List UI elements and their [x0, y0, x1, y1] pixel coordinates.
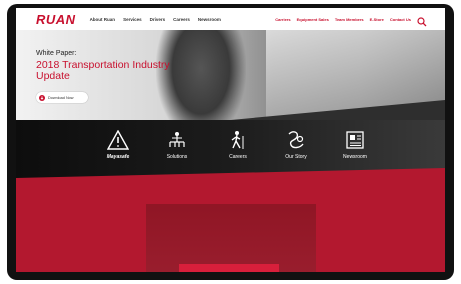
hero-eyebrow: White Paper: [36, 50, 77, 57]
network-icon [169, 132, 185, 147]
top-navigation: RUAN About Ruan Services Drivers Careers… [16, 8, 445, 30]
nav-services[interactable]: Services [123, 17, 142, 22]
icon-label-mayasafe: Mayasafe [106, 154, 130, 160]
search-icon[interactable] [417, 14, 427, 27]
person-walking-icon [231, 131, 244, 149]
browser-viewport: RUAN About Ruan Services Drivers Careers… [16, 8, 445, 272]
download-label: Download Now [48, 95, 74, 100]
util-contact-us[interactable]: Contact Us [390, 17, 411, 22]
red-section-caption-box [179, 264, 279, 272]
icon-item-newsroom[interactable]: Newsroom [330, 130, 380, 160]
icon-label-newsroom: Newsroom [343, 154, 367, 160]
util-e-store[interactable]: E-Store [370, 17, 384, 22]
red-section-truck-image [146, 204, 316, 272]
util-team-members[interactable]: Team Members [335, 17, 364, 22]
icon-item-solutions[interactable]: Solutions [152, 130, 202, 160]
nav-newsroom[interactable]: Newsroom [198, 17, 221, 22]
nav-drivers[interactable]: Drivers [150, 17, 166, 22]
icon-item-careers[interactable]: Careers [213, 130, 263, 160]
icon-label-solutions: Solutions [166, 154, 188, 160]
main-nav: About Ruan Services Drivers Careers News… [90, 17, 221, 22]
util-equipment-sales[interactable]: Equipment Sales [297, 17, 329, 22]
util-carriers[interactable]: Carriers [275, 17, 290, 22]
newspaper-icon [346, 131, 364, 149]
nav-about-ruan[interactable]: About Ruan [90, 17, 116, 22]
icon-label-careers: Careers [229, 154, 247, 160]
hero-title: 2018 Transportation Industry Update [36, 59, 170, 82]
icon-item-mayasafe[interactable]: Mayasafe [93, 130, 143, 160]
icon-label-our-story: Our Story [285, 154, 307, 160]
warning-icon [107, 130, 129, 150]
icon-item-our-story[interactable]: Our Story [271, 130, 321, 160]
ruan-logo[interactable]: RUAN [36, 12, 76, 27]
story-icon [288, 131, 304, 149]
nav-careers[interactable]: Careers [173, 17, 190, 22]
utility-nav: Carriers Equipment Sales Team Members E-… [275, 17, 411, 22]
